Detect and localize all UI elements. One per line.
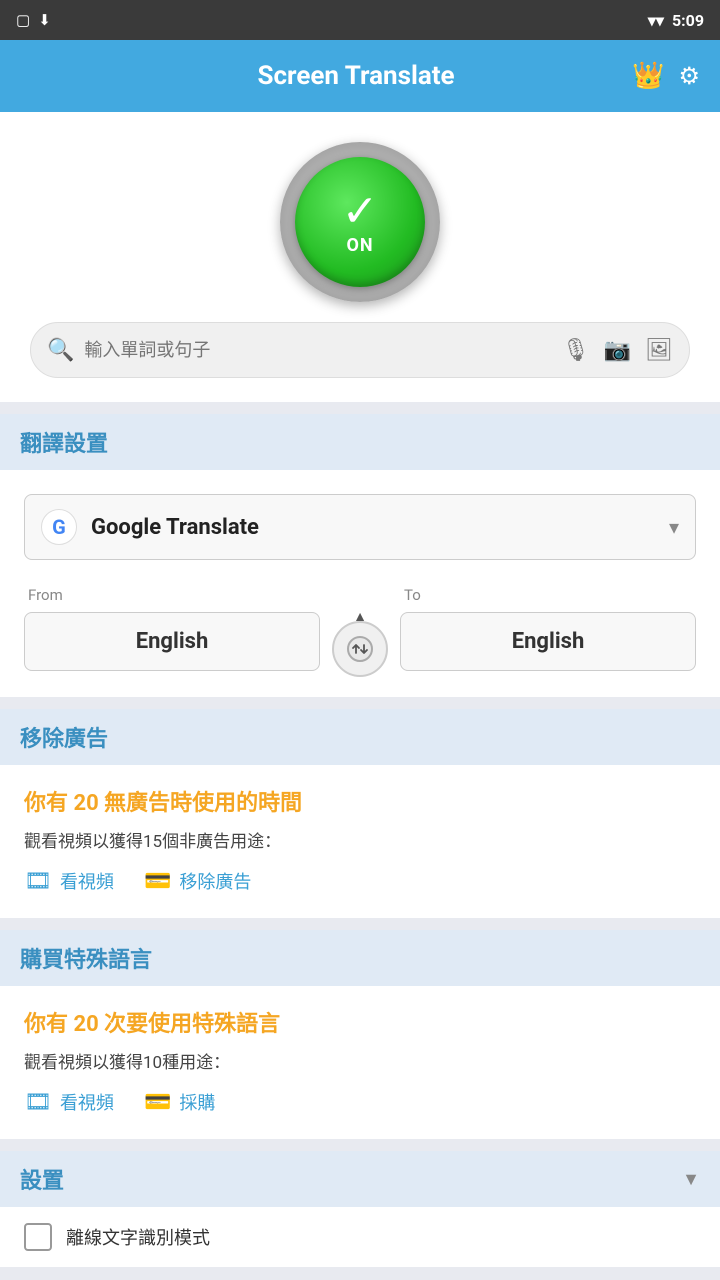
settings-header[interactable]: 設置 ▼ — [0, 1151, 720, 1207]
from-lang-col: From English — [24, 586, 320, 671]
ad-section-title: 移除廣告 — [20, 727, 108, 752]
engine-name: Google Translate — [91, 515, 655, 540]
on-button-outer: ✓ ON — [280, 142, 440, 302]
offline-mode-checkbox[interactable] — [24, 1223, 52, 1251]
google-g-icon: G — [41, 509, 77, 545]
mic-icon[interactable]: 🎙 — [562, 338, 590, 363]
main-card: ✓ ON 🔍 🎙 📷 🖼 — [0, 112, 720, 402]
on-button[interactable]: ✓ ON — [295, 157, 425, 287]
from-label: From — [24, 586, 63, 604]
gallery-icon[interactable]: 🖼 — [645, 338, 673, 363]
special-lang-action-row: 🎞 看視頻 💳 採購 — [24, 1089, 696, 1129]
to-lang-col: To English — [400, 586, 696, 671]
app-bar-icons: 👑 ⚙ — [632, 61, 700, 91]
to-language-button[interactable]: English — [400, 612, 696, 671]
download-icon: ⬇ — [38, 11, 51, 29]
remove-ad-icon: 💳 — [144, 869, 171, 894]
special-watch-icon: 🎞 — [24, 1090, 52, 1115]
special-lang-header: 購買特殊語言 — [0, 930, 720, 986]
watch-video-label: 看視頻 — [60, 868, 114, 894]
to-label: To — [400, 586, 421, 604]
special-lang-desc: 觀看視頻以獲得10種用途： — [24, 1048, 696, 1073]
special-lang-highlight: 你有 20 次要使用特殊語言 — [24, 1006, 696, 1038]
swap-button[interactable] — [332, 621, 388, 677]
from-language-button[interactable]: English — [24, 612, 320, 671]
swap-col: ▲ — [320, 580, 400, 677]
app-title: Screen Translate — [80, 61, 632, 91]
status-right: ▾▾ 5:09 — [648, 11, 704, 30]
window-icon: ▢ — [16, 11, 30, 29]
ad-desc-text: 觀看視頻以獲得15個非廣告用途： — [24, 827, 696, 852]
special-lang-title: 購買特殊語言 — [20, 948, 152, 973]
watch-video-icon: 🎞 — [24, 869, 52, 894]
settings-dropdown-arrow: ▼ — [682, 1169, 700, 1190]
translation-settings-title: 翻譯設置 — [20, 432, 108, 457]
settings-preview: 離線文字識別模式 — [0, 1207, 720, 1267]
crown-icon[interactable]: 👑 — [632, 61, 664, 91]
search-actions: 🎙 📷 🖼 — [562, 338, 673, 363]
search-icon: 🔍 — [47, 338, 74, 363]
special-watch-label: 看視頻 — [60, 1089, 114, 1115]
translation-settings-content: G Google Translate ▾ From English ▲ To E… — [0, 470, 720, 697]
purchase-icon: 💳 — [144, 1090, 171, 1115]
status-bar: ▢ ⬇ ▾▾ 5:09 — [0, 0, 720, 40]
wifi-icon: ▾▾ — [648, 11, 664, 30]
engine-dropdown-arrow: ▾ — [669, 515, 679, 539]
search-input[interactable] — [84, 340, 551, 361]
engine-dropdown[interactable]: G Google Translate ▾ — [24, 494, 696, 560]
on-checkmark: ✓ — [342, 189, 379, 233]
watch-video-button[interactable]: 🎞 看視頻 — [24, 868, 114, 894]
search-bar[interactable]: 🔍 🎙 📷 🖼 — [30, 322, 690, 378]
camera-icon[interactable]: 📷 — [604, 338, 631, 363]
remove-ad-button[interactable]: 💳 移除廣告 — [144, 868, 251, 894]
ad-section-header: 移除廣告 — [0, 709, 720, 765]
ad-section-content: 你有 20 無廣告時使用的時間 觀看視頻以獲得15個非廣告用途： 🎞 看視頻 💳… — [0, 765, 720, 918]
offline-mode-label: 離線文字識別模式 — [66, 1224, 210, 1250]
ad-highlight-text: 你有 20 無廣告時使用的時間 — [24, 785, 696, 817]
language-row: From English ▲ To English — [24, 580, 696, 677]
settings-icon[interactable]: ⚙ — [678, 62, 700, 90]
ad-action-row: 🎞 看視頻 💳 移除廣告 — [24, 868, 696, 908]
status-left-icons: ▢ ⬇ — [16, 11, 51, 29]
special-watch-video-button[interactable]: 🎞 看視頻 — [24, 1089, 114, 1115]
time-display: 5:09 — [672, 11, 704, 30]
app-bar: Screen Translate 👑 ⚙ — [0, 40, 720, 112]
special-lang-content: 你有 20 次要使用特殊語言 觀看視頻以獲得10種用途： 🎞 看視頻 💳 採購 — [0, 986, 720, 1139]
purchase-label: 採購 — [179, 1089, 215, 1115]
remove-ad-label: 移除廣告 — [179, 868, 251, 894]
on-button-container[interactable]: ✓ ON — [280, 142, 440, 302]
on-label: ON — [346, 235, 373, 256]
translation-settings-header: 翻譯設置 — [0, 414, 720, 470]
purchase-button[interactable]: 💳 採購 — [144, 1089, 215, 1115]
settings-title: 設置 — [20, 1163, 64, 1195]
